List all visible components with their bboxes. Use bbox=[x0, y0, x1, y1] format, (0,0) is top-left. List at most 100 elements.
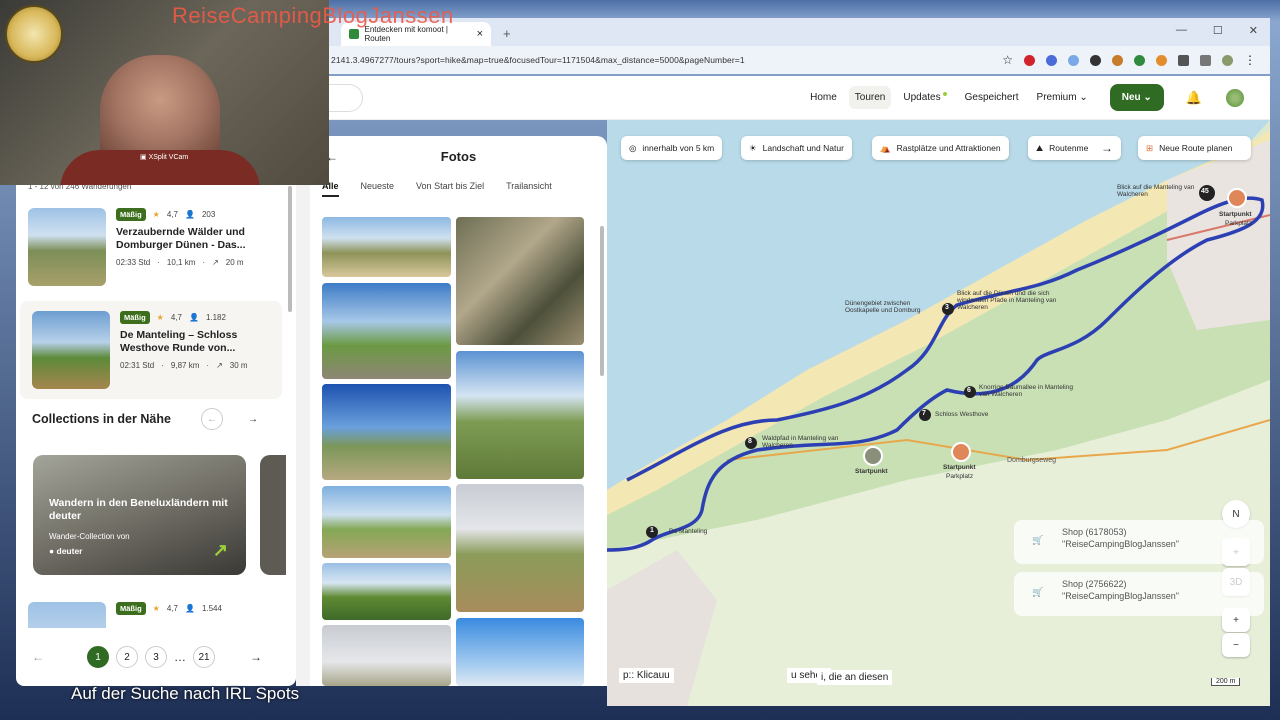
photo-thumbnail[interactable] bbox=[322, 283, 451, 379]
landscape-icon: ☀ bbox=[749, 142, 757, 153]
nav-updates-label: Updates bbox=[903, 92, 941, 103]
vote-count: 203 bbox=[201, 210, 216, 219]
next-page-icon[interactable]: → bbox=[250, 650, 262, 664]
page-ellipsis: … bbox=[174, 650, 186, 664]
page-1-button[interactable]: 1 bbox=[87, 646, 109, 668]
pagination: ← 1 2 3 … 21 → bbox=[16, 646, 296, 668]
filter-rest-label: Rastplätze und Attraktionen bbox=[896, 143, 1001, 153]
nav-updates[interactable]: Updates bbox=[897, 86, 952, 109]
chat-fragment: i, die an diesen bbox=[817, 670, 893, 685]
new-button[interactable]: Neu ⌄ bbox=[1109, 84, 1164, 111]
star-icon: ★ bbox=[152, 604, 160, 613]
tour-thumbnail bbox=[28, 208, 106, 286]
photo-thumbnail[interactable] bbox=[322, 563, 451, 620]
photo-thumbnail[interactable] bbox=[322, 486, 451, 558]
photo-thumbnail[interactable] bbox=[322, 625, 451, 686]
tour-card[interactable]: Mäßig ★ 4,7 👤 1.182 De Manteling – Schloss W… bbox=[20, 301, 282, 399]
page-21-button[interactable]: 21 bbox=[193, 646, 215, 668]
tour-distance: 9,87 km bbox=[170, 361, 200, 370]
minimize-icon[interactable]: — bbox=[1176, 24, 1187, 37]
collections-prev-button[interactable]: ← bbox=[201, 408, 223, 430]
channel-title-overlay: ReiseCampingBlogJanssen bbox=[172, 3, 454, 28]
new-button-label: Neu bbox=[1121, 92, 1141, 103]
plan-route-label: Neue Route planen bbox=[1159, 143, 1233, 153]
map-view[interactable]: 45 3 6 7 8 1 Blick auf die Manteling van… bbox=[607, 120, 1270, 706]
vote-count: 1.544 bbox=[201, 604, 222, 613]
stream-shop-alert: 🛒 Shop (6178053) "ReiseCampingBlogJansse… bbox=[1014, 520, 1264, 564]
waypoint-label-7: 7 bbox=[922, 410, 926, 417]
browser-menu-icon[interactable]: ⋮ bbox=[1244, 53, 1256, 67]
scrollbar[interactable] bbox=[288, 186, 292, 312]
bell-icon[interactable]: 🔔 bbox=[1186, 90, 1202, 106]
photo-thumbnail[interactable] bbox=[322, 384, 451, 480]
map-label: Domburgseweg bbox=[1007, 457, 1057, 464]
nav-home[interactable]: Home bbox=[804, 86, 843, 109]
tour-list-panel: 1 - 12 von 246 Wanderungen Mäßig ★ 4,7 👤 203… bbox=[16, 120, 296, 686]
nav-premium[interactable]: Premium ⌄ bbox=[1031, 86, 1094, 109]
photo-thumbnail[interactable] bbox=[456, 217, 584, 345]
page-2-button[interactable]: 2 bbox=[116, 646, 138, 668]
photos-scrollbar[interactable] bbox=[600, 226, 604, 376]
new-tab-icon[interactable]: + bbox=[503, 26, 511, 41]
ascent-icon: ↗ bbox=[212, 258, 219, 267]
map-label: Blick auf die Dünen und die sich windend… bbox=[957, 290, 1057, 311]
download-extension-icon[interactable] bbox=[1134, 54, 1145, 66]
map-label: Blick auf die Manteling van Walcheren bbox=[1117, 184, 1195, 198]
search-input[interactable] bbox=[329, 83, 363, 112]
nav-gespeichert[interactable]: Gespeichert bbox=[959, 86, 1025, 109]
map-label: Startpunkt bbox=[1219, 211, 1252, 218]
filter-route-button[interactable]: ⛰ Routenme → bbox=[1028, 136, 1121, 160]
tour-card[interactable]: Mäßig ★ 4,7 👤 1.544 bbox=[16, 592, 286, 628]
profile-extension-icon[interactable] bbox=[1156, 54, 1167, 66]
bench-icon: ⛺ bbox=[880, 142, 891, 153]
browser-profile-icon[interactable] bbox=[1222, 54, 1233, 66]
chevron-down-icon: ⌄ bbox=[1079, 92, 1088, 103]
filter-distance-button[interactable]: ◎ innerhalb von 5 km bbox=[621, 136, 723, 160]
collection-card[interactable]: Wandern in den Beneluxländern mit deuter… bbox=[33, 455, 246, 575]
rating-value: 4,7 bbox=[166, 604, 178, 613]
stream-caption: Auf der Suche nach IRL Spots bbox=[71, 684, 300, 703]
collections-next-button[interactable]: → bbox=[242, 408, 264, 430]
tour-card[interactable]: Mäßig ★ 4,7 👤 203 Verzaubernde Wälder und Do… bbox=[16, 198, 286, 296]
tab-neueste[interactable]: Neueste bbox=[361, 181, 395, 197]
arrow-right-icon: → bbox=[248, 413, 258, 425]
collection-card-next[interactable] bbox=[260, 455, 286, 575]
avatar[interactable] bbox=[1226, 88, 1244, 107]
plan-route-button[interactable]: ⊞ Neue Route planen bbox=[1138, 136, 1251, 160]
filter-landscape-button[interactable]: ☀ Landschaft und Natur bbox=[741, 136, 852, 160]
sync-extension-icon[interactable] bbox=[1090, 54, 1101, 66]
url-field[interactable]: 2141.3.4967277/tours?sport=hike&map=true… bbox=[331, 55, 745, 65]
komoot-favicon-icon bbox=[349, 29, 359, 39]
photo-thumbnail[interactable] bbox=[456, 618, 584, 686]
star-icon: ★ bbox=[152, 210, 160, 219]
tour-title: Verzaubernde Wälder und Domburger Dünen … bbox=[116, 226, 246, 251]
zoom-out-button[interactable]: − bbox=[1222, 633, 1250, 657]
page-3-button[interactable]: 3 bbox=[145, 646, 167, 668]
shop-alert-line1: Shop (6178053) bbox=[1062, 527, 1127, 537]
nav-touren[interactable]: Touren bbox=[848, 86, 892, 109]
bookmark-star-icon[interactable]: ☆ bbox=[1002, 53, 1013, 67]
radius-icon: ◎ bbox=[629, 142, 637, 153]
collection-subtitle: Wander-Collection von bbox=[49, 532, 130, 541]
opera-extension-icon[interactable] bbox=[1024, 54, 1035, 66]
tab-trailansicht[interactable]: Trailansicht bbox=[506, 181, 552, 197]
waypoint-label-6: 6 bbox=[967, 387, 971, 394]
tab-start-ziel[interactable]: Von Start bis Ziel bbox=[416, 181, 484, 197]
arrow-right-icon[interactable]: → bbox=[1101, 141, 1113, 155]
filter-rest-button[interactable]: ⛺ Rastplätze und Attraktionen bbox=[872, 136, 1009, 160]
sidebar-icon[interactable] bbox=[1200, 54, 1211, 66]
person-icon: 👤 bbox=[184, 210, 195, 219]
photo-thumbnail[interactable] bbox=[456, 351, 584, 479]
extension-icon[interactable] bbox=[1046, 54, 1057, 66]
maximize-icon[interactable]: ☐ bbox=[1213, 24, 1223, 37]
prev-page-icon[interactable]: ← bbox=[32, 650, 80, 664]
pen-extension-icon[interactable] bbox=[1112, 54, 1123, 66]
photo-thumbnail[interactable] bbox=[322, 217, 451, 277]
collection-title: Wandern in den Beneluxländern mit deuter bbox=[49, 497, 228, 522]
close-window-icon[interactable]: ✕ bbox=[1249, 24, 1258, 37]
translate-extension-icon[interactable] bbox=[1068, 54, 1079, 66]
close-tab-icon[interactable]: × bbox=[477, 28, 483, 40]
zoom-in-label: + bbox=[1233, 614, 1239, 626]
puzzle-extensions-icon[interactable] bbox=[1178, 54, 1189, 66]
photo-thumbnail[interactable] bbox=[456, 484, 584, 612]
